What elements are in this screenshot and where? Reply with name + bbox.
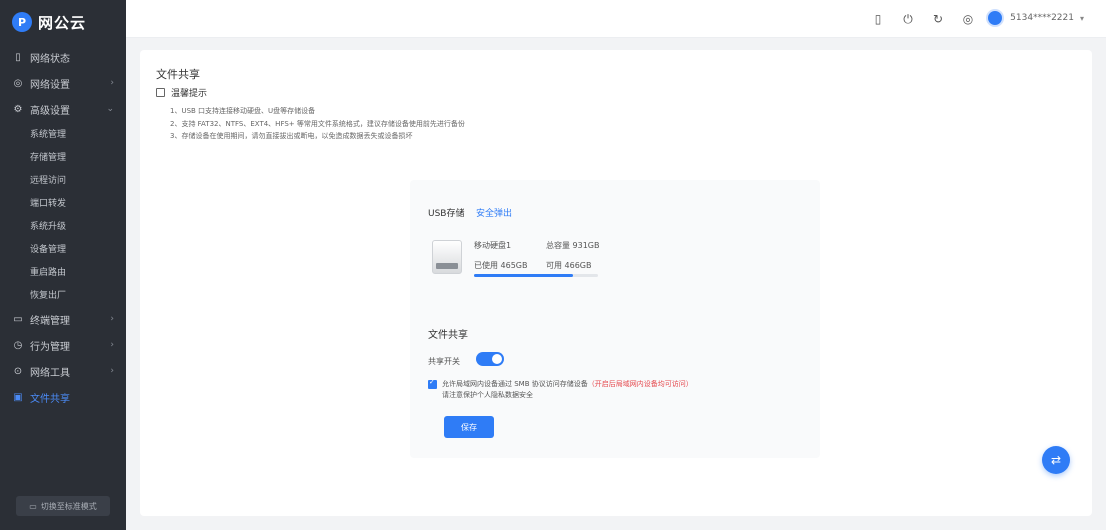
eject-link[interactable]: 安全弹出 xyxy=(476,206,512,219)
swap-icon: ⇄ xyxy=(1050,453,1062,467)
hard-drive-icon xyxy=(432,240,462,274)
refresh-icon[interactable]: ↻ xyxy=(930,11,946,27)
switch-icon: ▭ xyxy=(29,501,37,511)
tips-title: 温馨提示 xyxy=(171,89,208,99)
checkbox-label-2: 请注意保护个人隐私数据安全 xyxy=(442,391,533,399)
sidebar-item[interactable]: ⚙ 高级设置 ⌄ xyxy=(0,96,126,122)
logo-icon: P xyxy=(12,12,32,32)
avatar xyxy=(986,9,1005,27)
logo-text: 网公云 xyxy=(38,13,87,32)
nav-icon: ▯ xyxy=(15,51,21,63)
share-section-title: 文件共享 xyxy=(428,330,468,341)
nav-icon: ▣ xyxy=(13,391,23,403)
page-title: 文件共享 xyxy=(156,68,200,81)
disk-free: 可用 466GB xyxy=(546,261,592,270)
smb-checkbox[interactable] xyxy=(428,378,437,389)
tips-list: 1、USB 口支持连接移动硬盘、U盘等存储设备 2、支持 FAT32、NTFS、… xyxy=(170,105,465,143)
power-icon[interactable]: ⏻ xyxy=(900,11,916,27)
user-menu[interactable]: 5134****2221 ▾ xyxy=(986,9,1084,27)
tip-item: 3、存储设备在使用期间，请勿直接拔出或断电，以免造成数据丢失或设备损坏 xyxy=(170,132,413,140)
logo[interactable]: P 网公云 xyxy=(0,0,126,44)
settings-icon[interactable]: ◎ xyxy=(960,11,976,27)
sidebar-subitem[interactable]: 重启路由 xyxy=(0,260,126,283)
sidebar-item[interactable]: ▣ 文件共享 xyxy=(0,384,126,410)
sidebar-item[interactable]: ◷ 行为管理 › xyxy=(0,332,126,358)
floating-action-button[interactable]: ⇄ xyxy=(1042,446,1070,474)
nav-icon: ▭ xyxy=(13,313,23,325)
sidebar-item[interactable]: ▭ 终端管理 › xyxy=(0,306,126,332)
sidebar-item[interactable]: ▯ 网络状态 xyxy=(0,44,126,70)
sidebar-subitem[interactable]: 系统升级 xyxy=(0,214,126,237)
usage-bar xyxy=(474,274,598,277)
sidebar: P 网公云 ▯ 网络状态 ◎ 网络设置 › ⚙ 高级设置 ⌄ 系统管理 存储管理 远程访问 端口转发系… xyxy=(0,0,126,530)
share-toggle[interactable] xyxy=(476,352,504,366)
sidebar-item-label: 终端管理 xyxy=(30,315,70,327)
nav-icon: ◷ xyxy=(13,339,23,351)
sidebar-item-label: 高级设置 xyxy=(30,105,70,117)
disk-name: 移动硬盘1 xyxy=(474,241,512,250)
sidebar-subitem[interactable]: 设备管理 xyxy=(0,237,126,260)
chevron-icon: › xyxy=(110,366,114,376)
top-header: ▯ ⏻ ↻ ◎ 5134****2221 ▾ xyxy=(126,0,1106,38)
device-icon[interactable]: ▯ xyxy=(870,11,886,27)
sidebar-subitem[interactable]: 存储管理 xyxy=(0,145,126,168)
sidebar-subitem[interactable]: 远程访问 xyxy=(0,168,126,191)
header-icons: ▯ ⏻ ↻ ◎ xyxy=(870,11,976,27)
tip-item: 1、USB 口支持连接移动硬盘、U盘等存储设备 xyxy=(170,107,316,115)
checkbox-warning: （开启后局域网内设备均可访问） xyxy=(587,380,693,388)
sidebar-subitem[interactable]: 端口转发 xyxy=(0,191,126,214)
nav-icon: ◎ xyxy=(13,77,23,89)
sidebar-nav: ▯ 网络状态 ◎ 网络设置 › ⚙ 高级设置 ⌄ 系统管理 存储管理 远程访问 端口转发 系统升级 设备管… xyxy=(0,44,126,410)
disk-used: 已使用 465GB xyxy=(474,261,528,270)
chevron-down-icon: ▾ xyxy=(1079,13,1084,23)
tip-item: 2、支持 FAT32、NTFS、EXT4、HFS+ 等常用文件系统格式，建议存储… xyxy=(170,119,465,128)
sidebar-subitem[interactable]: 恢复出厂 xyxy=(0,283,126,306)
tips-header: 温馨提示 xyxy=(156,86,207,99)
sidebar-item[interactable]: ◎ 网络设置 › xyxy=(0,70,126,96)
nav-icon: ⊙ xyxy=(13,365,23,377)
storage-label: USB存储 xyxy=(428,209,465,219)
checkbox-label: 允许局域网内设备通过 SMB 协议访问存储设备 xyxy=(442,380,588,388)
disk-size: 总容量 931GB xyxy=(546,241,600,250)
chevron-icon: › xyxy=(110,314,114,324)
save-button[interactable]: 保存 xyxy=(444,416,494,438)
sidebar-item-label: 文件共享 xyxy=(30,393,70,405)
sidebar-item[interactable]: ⊙ 网络工具 › xyxy=(0,358,126,384)
chevron-icon: › xyxy=(110,340,114,350)
checkbox-text: 允许局域网内设备通过 SMB 协议访问存储设备（开启后局域网内设备均可访问） 请… xyxy=(442,379,742,401)
chevron-icon: ⌄ xyxy=(106,104,114,114)
toggle-label: 共享开关 xyxy=(428,357,460,366)
sidebar-subitem[interactable]: 系统管理 xyxy=(0,122,126,145)
sidebar-item-label: 行为管理 xyxy=(30,341,70,353)
info-icon xyxy=(156,88,165,97)
switch-mode-label: 切换至标准模式 xyxy=(40,501,97,511)
user-name: 5134****2221 xyxy=(1010,13,1074,23)
chevron-icon: › xyxy=(110,78,114,88)
sidebar-item-label: 网络状态 xyxy=(30,53,70,65)
usage-bar-fill xyxy=(474,274,574,277)
sidebar-item-label: 网络设置 xyxy=(30,79,70,91)
sidebar-item-label: 网络工具 xyxy=(30,367,70,379)
storage-card: USB存储 安全弹出 移动硬盘1 总容量 931GB 已使用 465GB 可用 … xyxy=(410,180,820,458)
main-panel: 文件共享 温馨提示 1、USB 口支持连接移动硬盘、U盘等存储设备 2、支持 F… xyxy=(140,50,1092,516)
switch-mode-button[interactable]: ▭ 切换至标准模式 xyxy=(16,496,110,516)
nav-icon: ⚙ xyxy=(13,103,23,115)
